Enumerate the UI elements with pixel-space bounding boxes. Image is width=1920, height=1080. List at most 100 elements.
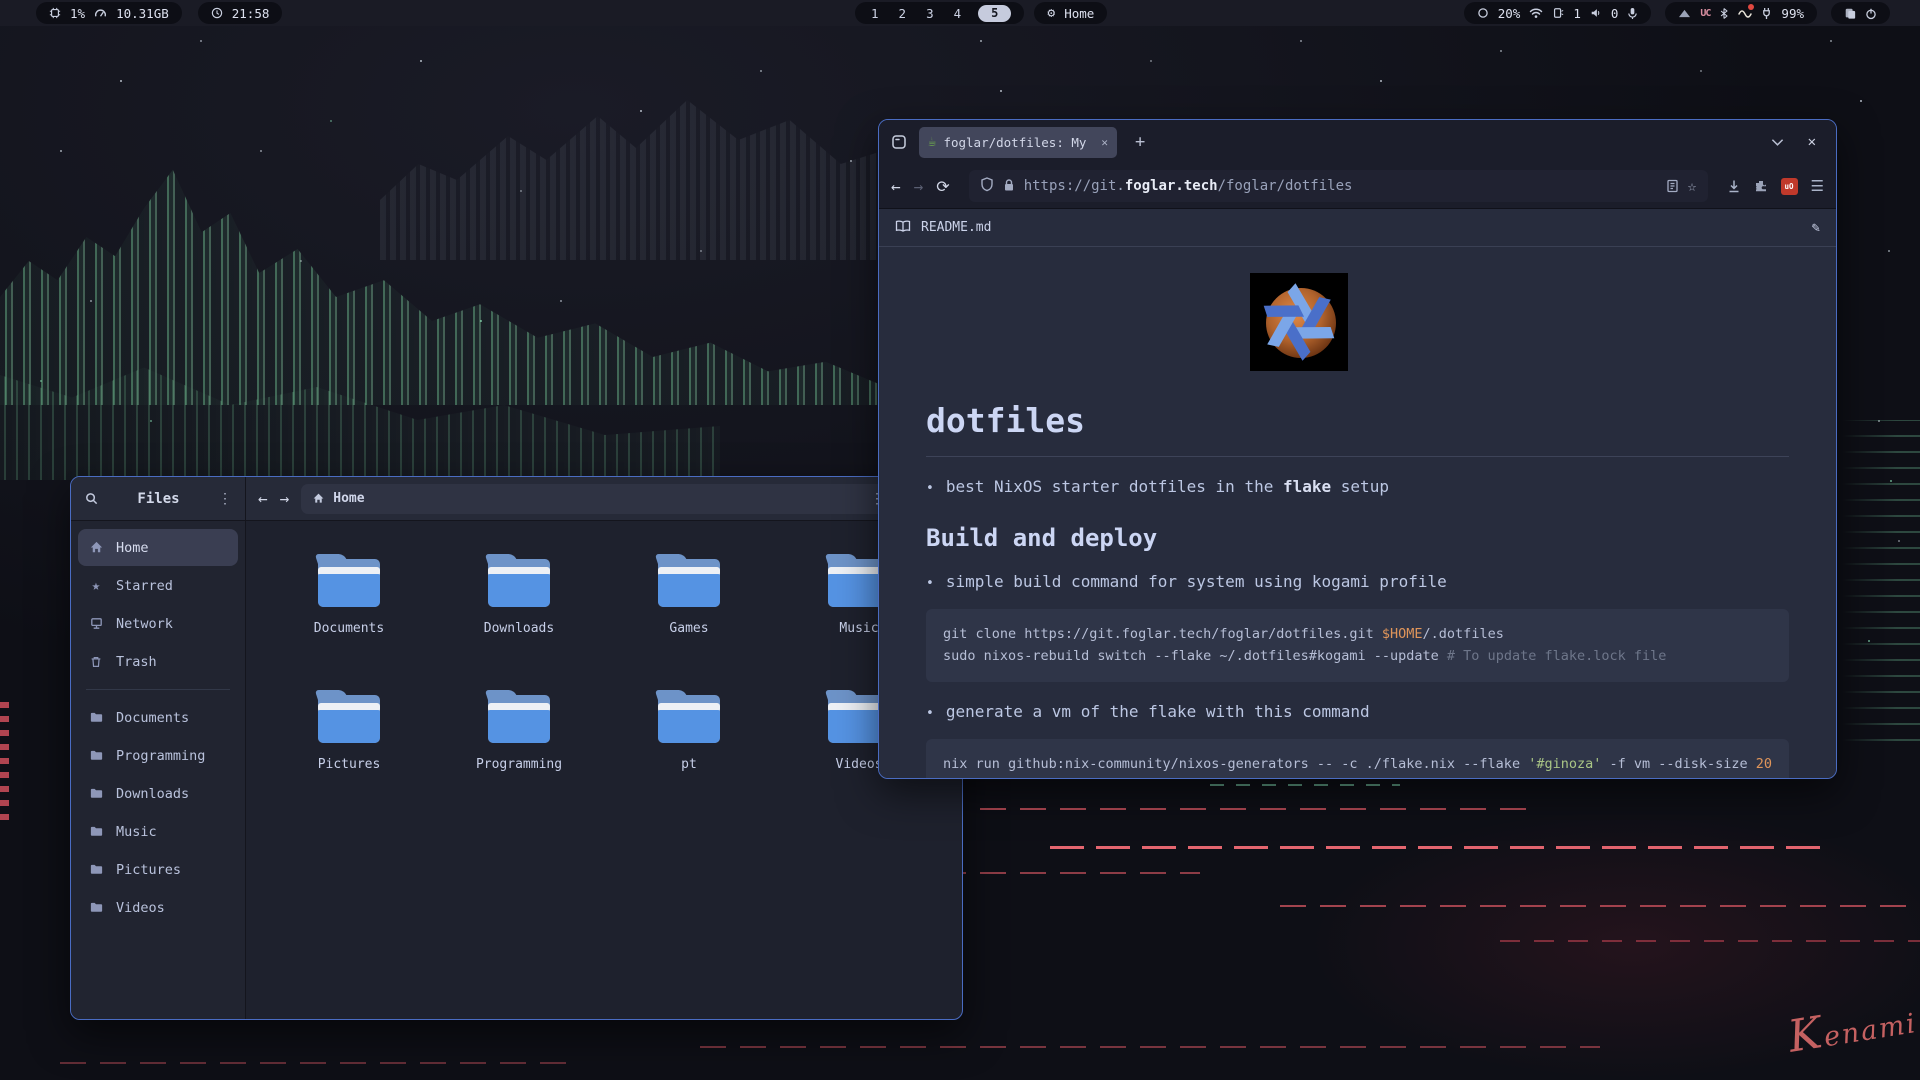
reader-view-icon[interactable]: [1666, 179, 1679, 193]
readme-title: dotfiles: [926, 401, 1789, 457]
tab-close-icon[interactable]: ✕: [1101, 136, 1108, 149]
workspace-3[interactable]: 3: [923, 6, 937, 21]
workspace-1[interactable]: 1: [868, 6, 882, 21]
folder-item-downloads[interactable]: Downloads: [434, 555, 604, 691]
code-text: /.dotfiles: [1423, 626, 1504, 642]
keyboard-backlight-level: 1: [1573, 6, 1581, 21]
url-text: https://git.foglar.tech/foglar/dotfiles: [1024, 178, 1657, 194]
bullet-text: best NixOS starter dotfiles in the flake…: [946, 477, 1389, 496]
back-button[interactable]: ←: [258, 489, 268, 508]
nixos-logo-image: [1250, 273, 1348, 371]
wallpaper-speckles: [1842, 420, 1920, 750]
star-icon: ★: [88, 578, 104, 594]
url-path: /foglar/dotfiles: [1218, 178, 1353, 194]
book-icon: [895, 219, 911, 237]
folder-item-programming[interactable]: Programming: [434, 691, 604, 827]
folder-icon: [656, 555, 722, 609]
new-tab-button[interactable]: +: [1135, 132, 1145, 152]
folder-item-games[interactable]: Games: [604, 555, 774, 691]
sidebar-item-downloads[interactable]: Downloads: [78, 775, 238, 812]
bullet-icon: •: [926, 481, 934, 496]
sidebar-item-home[interactable]: Home: [78, 529, 238, 566]
bookmark-star-icon[interactable]: ☆: [1688, 177, 1697, 195]
sidebar-item-network[interactable]: Network: [78, 605, 238, 642]
current-path-label: Home: [333, 491, 862, 506]
session-pill[interactable]: [1831, 2, 1890, 24]
folder-icon: [88, 862, 104, 877]
hamburger-menu-icon[interactable]: ☰: [1811, 177, 1824, 195]
folder-icon: [486, 555, 552, 609]
window-close-button[interactable]: ✕: [1808, 134, 1816, 150]
browser-back-button[interactable]: ←: [891, 177, 901, 196]
clipboard-icon: [1844, 7, 1856, 20]
tracking-shield-icon[interactable]: [980, 177, 994, 196]
sidebar-item-starred[interactable]: ★ Starred: [78, 567, 238, 604]
system-stats-pill[interactable]: 1% 10.31GB: [36, 2, 182, 24]
extensions-icon[interactable]: [1754, 179, 1768, 193]
folder-icon: [316, 555, 382, 609]
folder-item-pictures[interactable]: Pictures: [264, 691, 434, 827]
app-menu-kebab-icon[interactable]: ⋮: [218, 492, 232, 506]
sidebar-item-programming[interactable]: Programming: [78, 737, 238, 774]
brightness-icon: [1477, 7, 1489, 19]
folder-label: Music: [839, 621, 878, 636]
clock-time: 21:58: [232, 6, 270, 21]
browser-forward-button[interactable]: →: [914, 177, 924, 196]
sidebar-divider: [86, 689, 230, 690]
search-icon[interactable]: [84, 491, 99, 506]
workspace-switcher: 1 2 3 4 5: [855, 2, 1024, 24]
workspace-5-active[interactable]: 5: [978, 5, 1011, 22]
folder-icon: [88, 710, 104, 725]
mode-pill[interactable]: ⚙ Home: [1034, 2, 1107, 24]
cpu-icon: [49, 7, 61, 19]
sidebar-label: Trash: [116, 654, 157, 670]
lock-icon[interactable]: [1003, 177, 1015, 196]
notification-dot: [1748, 4, 1754, 10]
status-bar-left: 1% 10.31GB 21:58: [36, 0, 282, 22]
readme-bullet-vm: • generate a vm of the flake with this c…: [926, 702, 1789, 721]
sidebar-label: Home: [116, 540, 149, 556]
sidebar-label: Pictures: [116, 862, 181, 878]
reload-button[interactable]: ⟳: [936, 177, 949, 196]
edit-pencil-icon[interactable]: ✎: [1812, 220, 1820, 236]
forward-button[interactable]: →: [280, 489, 290, 508]
keyboard-backlight-icon: [1552, 7, 1564, 19]
folder-item-documents[interactable]: Documents: [264, 555, 434, 691]
workspace-2[interactable]: 2: [896, 6, 910, 21]
gear-icon: ⚙: [1047, 6, 1055, 21]
bullet-text: simple build command for system using ko…: [946, 572, 1447, 591]
hardware-pill[interactable]: 20% 1 0: [1464, 2, 1652, 24]
bullet-icon: •: [926, 706, 934, 721]
nixos-snowflake-icon: [1255, 278, 1343, 366]
code-block-vm: nix run github:nix-community/nixos-gener…: [926, 739, 1789, 778]
sidebar-item-videos[interactable]: Videos: [78, 889, 238, 926]
clock-icon: [211, 7, 223, 19]
path-bar[interactable]: Home ⋮: [301, 484, 895, 514]
home-icon: [312, 492, 325, 505]
files-sidebar-header: Files ⋮: [71, 477, 246, 520]
sidebar-item-trash[interactable]: Trash: [78, 643, 238, 680]
sidebar-item-documents[interactable]: Documents: [78, 699, 238, 736]
sidebar-item-music[interactable]: Music: [78, 813, 238, 850]
address-bar[interactable]: https://git.foglar.tech/foglar/dotfiles …: [969, 170, 1708, 202]
wifi-icon: [1529, 7, 1543, 19]
folder-item-pt[interactable]: pt: [604, 691, 774, 827]
url-domain: foglar.tech: [1125, 178, 1218, 194]
network-icon: [88, 616, 104, 631]
list-tabs-chevron-icon[interactable]: [1771, 138, 1784, 147]
page-content: README.md ✎ dotfiles: [879, 209, 1836, 778]
ublock-origin-icon[interactable]: uO: [1781, 178, 1798, 195]
volume-icon: [1590, 7, 1602, 19]
sidebar-label: Starred: [116, 578, 173, 594]
sidebar-label: Documents: [116, 710, 189, 726]
downloads-icon[interactable]: [1727, 179, 1741, 193]
intro-post: setup: [1331, 477, 1389, 496]
clock-pill[interactable]: 21:58: [198, 2, 283, 24]
tab-bar: ☕ foglar/dotfiles: My ✕ + ✕: [879, 120, 1836, 164]
sidebar-item-pictures[interactable]: Pictures: [78, 851, 238, 888]
tray-pill[interactable]: UC 99%: [1665, 2, 1817, 24]
workspace-4[interactable]: 4: [951, 6, 965, 21]
sidebar-label: Programming: [116, 748, 205, 764]
firefox-view-icon[interactable]: [891, 134, 907, 150]
tab-foglar-dotfiles[interactable]: ☕ foglar/dotfiles: My ✕: [919, 127, 1117, 158]
